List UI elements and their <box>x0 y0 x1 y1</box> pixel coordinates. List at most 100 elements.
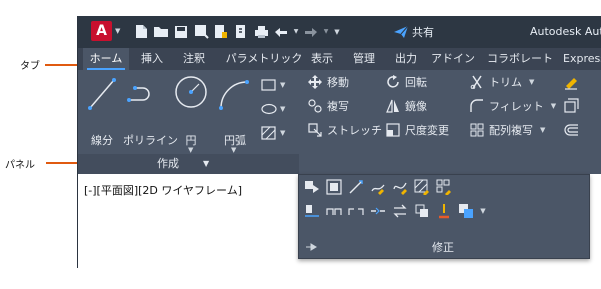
customize-qat-icon[interactable]: ▼ <box>333 23 341 40</box>
rectangle-dropdown-icon[interactable]: ▼ <box>280 81 285 89</box>
modify-extra-tools-row-1 <box>304 179 452 195</box>
save-as-icon[interactable] <box>193 23 209 40</box>
tab-view[interactable]: 表示 <box>303 48 341 70</box>
new-file-icon[interactable] <box>133 23 149 40</box>
join-icon[interactable] <box>370 203 386 219</box>
modify-panel-footer: 修正 <box>299 237 589 258</box>
stretch-label: ストレッチ <box>327 124 382 137</box>
array-tool-button[interactable]: 配列複写 ▼ <box>469 120 545 140</box>
undo-icon[interactable] <box>273 23 289 40</box>
erase-icon[interactable] <box>563 74 579 93</box>
edit-array-icon[interactable] <box>436 179 452 195</box>
draw-order-icon[interactable] <box>458 203 474 219</box>
edit-spline-icon[interactable] <box>392 179 408 195</box>
tab-collaborate[interactable]: コラボレート <box>481 48 559 70</box>
trim-dropdown-icon[interactable]: ▼ <box>529 78 534 86</box>
app-menu-caret-icon[interactable]: ▼ <box>115 27 120 35</box>
rotate-icon <box>385 74 401 90</box>
draw-panel-footer[interactable]: 作成 ▼ <box>77 154 299 174</box>
mirror-tool-button[interactable]: 鏡像 <box>385 96 427 116</box>
circle-icon <box>175 76 207 108</box>
edit-hatch-icon[interactable] <box>414 179 430 195</box>
modify-panel-expanded: ▼ 修正 <box>298 174 590 259</box>
autocad-window: A ▼ ▼ ▼ ▼ 共有 Autodesk AutoCAD ホーム 挿入 注釈 … <box>77 16 601 268</box>
draw-panel-expand-icon[interactable]: ▼ <box>203 154 209 174</box>
trim-label: トリム <box>489 76 522 89</box>
callout-tab-label: タブ <box>20 61 40 72</box>
tab-insert[interactable]: 挿入 <box>133 48 171 70</box>
sheet-set-icon[interactable] <box>233 23 249 40</box>
copy-icon <box>307 98 323 114</box>
copy-label: 複写 <box>327 100 349 113</box>
polyline-tool-button[interactable]: ポリライン <box>123 74 178 147</box>
publish-icon[interactable] <box>213 23 229 40</box>
redo-dropdown-icon[interactable]: ▼ <box>323 23 329 40</box>
ellipse-dropdown-icon[interactable]: ▼ <box>280 105 285 113</box>
move-label: 移動 <box>327 76 349 89</box>
fillet-dropdown-icon[interactable]: ▼ <box>551 102 556 110</box>
share-label: 共有 <box>412 26 434 39</box>
rectangle-tool-button[interactable]: ▼ <box>261 76 285 94</box>
change-space-icon[interactable] <box>326 179 342 195</box>
scale-tool-button[interactable]: 尺度変更 <box>385 120 449 140</box>
circle-dropdown-icon[interactable]: ▼ <box>188 146 193 154</box>
break-at-point-icon[interactable] <box>326 203 342 219</box>
mirror-label: 鏡像 <box>405 100 427 113</box>
align-icon[interactable] <box>304 203 320 219</box>
explode-icon[interactable] <box>563 98 579 117</box>
redo-icon[interactable] <box>303 23 319 40</box>
paper-plane-icon <box>394 25 409 38</box>
overkill-icon[interactable] <box>414 203 430 219</box>
arc-tool-button[interactable]: 円弧 ▼ <box>215 74 255 154</box>
fillet-label: フィレット <box>489 100 544 113</box>
draw-panel-title: 作成 <box>157 157 179 170</box>
line-tool-button[interactable]: 線分 <box>85 74 119 147</box>
match-properties-icon[interactable] <box>304 179 320 195</box>
print-icon[interactable] <box>253 23 269 40</box>
arc-dropdown-icon[interactable]: ▼ <box>231 146 236 154</box>
break-icon[interactable] <box>348 203 364 219</box>
tab-express[interactable]: Express <box>563 48 601 70</box>
copy-tool-button[interactable]: 複写 <box>307 96 349 116</box>
tab-parametric[interactable]: パラメトリック <box>217 48 311 70</box>
hatch-tool-button[interactable]: ▼ <box>261 124 285 142</box>
stretch-tool-button[interactable]: ストレッチ <box>307 120 382 140</box>
app-logo[interactable]: A <box>91 21 112 41</box>
offset-icon[interactable] <box>563 122 579 141</box>
share-button[interactable]: 共有 <box>393 24 434 40</box>
set-to-bylayer-icon[interactable] <box>436 203 452 219</box>
tab-annotate[interactable]: 注釈 <box>175 48 213 70</box>
array-icon <box>469 122 485 138</box>
app-title: Autodesk AutoCAD <box>530 25 601 38</box>
save-icon[interactable] <box>173 23 189 40</box>
reverse-icon[interactable] <box>392 203 408 219</box>
draw-order-dropdown-icon[interactable]: ▼ <box>480 203 486 219</box>
hatch-dropdown-icon[interactable]: ▼ <box>280 129 285 137</box>
undo-dropdown-icon[interactable]: ▼ <box>293 23 299 40</box>
fillet-icon <box>469 98 485 114</box>
move-tool-button[interactable]: 移動 <box>307 72 349 92</box>
pin-icon[interactable] <box>305 242 317 252</box>
viewport-controls-label[interactable]: [-][平面図][2D ワイヤフレーム] <box>84 182 242 198</box>
quick-access-toolbar: ▼ ▼ ▼ <box>133 23 341 40</box>
open-folder-icon[interactable] <box>153 23 169 40</box>
ribbon-tab-bar: ホーム 挿入 注釈 パラメトリック 表示 管理 出力 アドイン コラボレート E… <box>77 48 601 70</box>
ellipse-tool-button[interactable]: ▼ <box>261 100 285 118</box>
callout-panel-label: パネル <box>5 160 35 171</box>
tab-home[interactable]: ホーム <box>83 48 129 70</box>
trim-tool-button[interactable]: トリム ▼ <box>469 72 534 92</box>
tab-manage[interactable]: 管理 <box>345 48 383 70</box>
rotate-tool-button[interactable]: 回転 <box>385 72 427 92</box>
array-dropdown-icon[interactable]: ▼ <box>540 126 545 134</box>
lengthen-icon[interactable] <box>348 179 364 195</box>
circle-tool-button[interactable]: 円 ▼ <box>173 74 209 154</box>
fillet-tool-button[interactable]: フィレット ▼ <box>469 96 556 116</box>
move-icon <box>307 74 323 90</box>
modify-extra-tools-row-2: ▼ <box>304 203 486 219</box>
trim-icon <box>469 74 485 90</box>
tab-addins[interactable]: アドイン <box>429 48 477 70</box>
tab-output[interactable]: 出力 <box>387 48 425 70</box>
ellipse-icon <box>261 103 277 115</box>
rectangle-icon <box>261 79 276 91</box>
edit-polyline-icon[interactable] <box>370 179 386 195</box>
